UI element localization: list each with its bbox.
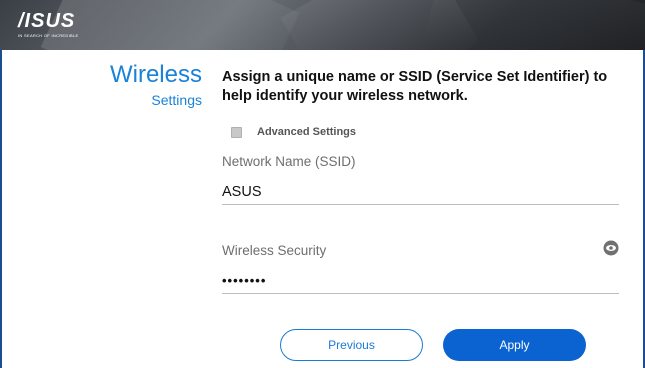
wireless-security-label: Wireless Security <box>222 243 327 258</box>
previous-button[interactable]: Previous <box>280 329 423 361</box>
advanced-settings-label: Advanced Settings <box>257 126 357 138</box>
network-name-input[interactable] <box>222 179 619 205</box>
apply-button[interactable]: Apply <box>443 329 586 361</box>
section-title-sub: Settings <box>151 92 202 108</box>
section-title: Wireless Settings <box>92 61 202 109</box>
network-name-label: Network Name (SSID) <box>222 154 356 169</box>
advanced-settings-option[interactable]: Advanced Settings <box>231 126 356 138</box>
advanced-settings-checkbox[interactable] <box>231 126 242 138</box>
asus-logo: /ISUS IN SEARCH OF INCREDIBLE <box>18 10 79 38</box>
logo-tagline: IN SEARCH OF INCREDIBLE <box>18 33 79 38</box>
logo-wordmark: /ISUS <box>18 10 76 32</box>
eye-icon[interactable] <box>603 240 619 256</box>
header-decor <box>40 0 300 50</box>
section-title-main: Wireless <box>109 61 202 88</box>
wireless-security-input[interactable]: •••••••• <box>222 268 619 294</box>
instructions-text: Assign a unique name or SSID (Service Se… <box>222 69 608 104</box>
header-decor <box>421 0 645 50</box>
header-banner: /ISUS IN SEARCH OF INCREDIBLE <box>0 0 645 50</box>
